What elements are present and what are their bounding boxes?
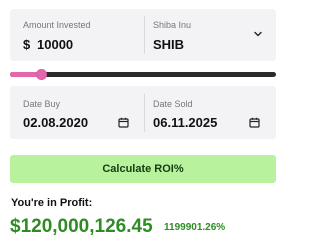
coin-select[interactable]: Shiba Inu SHIB bbox=[148, 13, 272, 57]
chevron-down-icon bbox=[254, 31, 262, 37]
calendar-icon[interactable] bbox=[249, 117, 260, 128]
amount-invested-value: 10000 bbox=[37, 37, 74, 52]
calculate-roi-button[interactable]: Calculate ROI% bbox=[10, 155, 276, 183]
date-sold-label: Date Sold bbox=[153, 99, 193, 109]
amount-invested-label: Amount Invested bbox=[23, 20, 91, 30]
date-sold-input[interactable]: 06.11.2025 bbox=[152, 112, 270, 132]
profit-amount: $120,000,126.45 bbox=[10, 216, 153, 237]
coin-symbol-value: SHIB bbox=[153, 37, 185, 52]
date-buy-value: 02.08.2020 bbox=[23, 115, 89, 130]
profit-status-label: You're in Profit: bbox=[11, 197, 93, 209]
dates-divider bbox=[144, 94, 145, 132]
currency-symbol: $ bbox=[23, 37, 31, 52]
slider-thumb[interactable] bbox=[36, 69, 48, 80]
roi-calculator: Amount Invested $ 10000 Shiba Inu SHIB D… bbox=[0, 0, 291, 248]
slider-track bbox=[10, 72, 276, 77]
amount-invested-input[interactable]: $ 10000 bbox=[22, 34, 140, 54]
investment-card: Amount Invested $ 10000 Shiba Inu SHIB bbox=[10, 9, 276, 61]
dates-card: Date Buy 02.08.2020 Date Sold 06.11.2025 bbox=[10, 86, 276, 139]
profit-percent: 1199901.26% bbox=[164, 222, 226, 233]
date-sold-value: 06.11.2025 bbox=[153, 115, 218, 130]
calendar-icon[interactable] bbox=[118, 117, 129, 128]
coin-name-label: Shiba Inu bbox=[153, 20, 192, 30]
investment-divider bbox=[144, 16, 145, 54]
date-buy-label: Date Buy bbox=[23, 99, 61, 109]
date-buy-input[interactable]: 02.08.2020 bbox=[22, 112, 140, 132]
